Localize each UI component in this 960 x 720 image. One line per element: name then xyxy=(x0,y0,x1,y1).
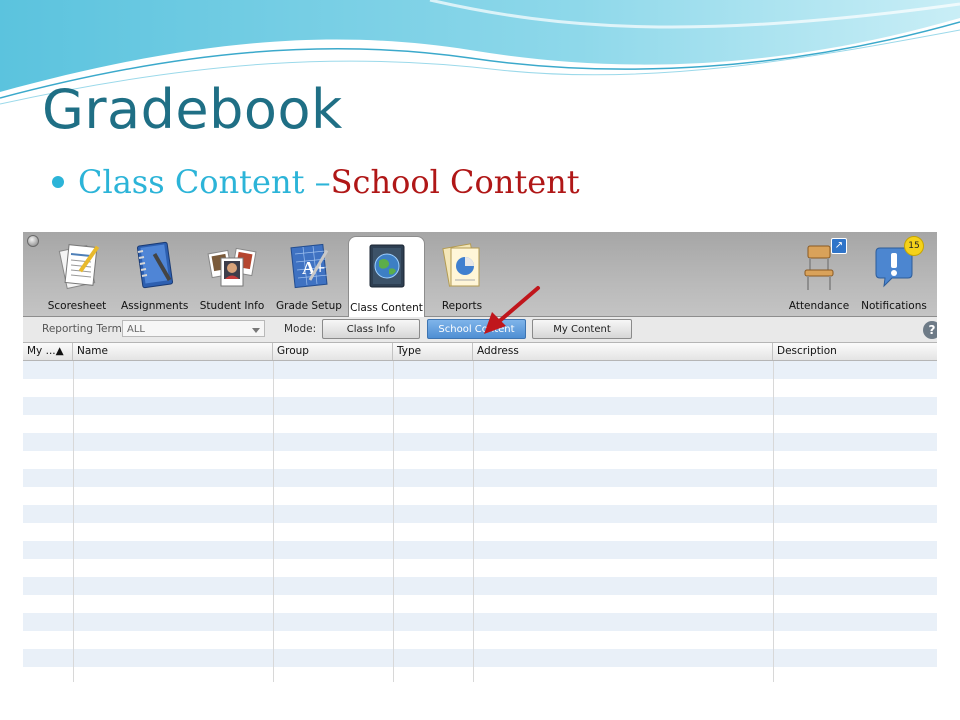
toolbar-grade-setup[interactable]: A+ Grade Setup xyxy=(276,232,342,316)
bullet-dot-icon xyxy=(52,176,64,188)
table-row[interactable] xyxy=(23,523,937,541)
slide-title: Gradebook xyxy=(42,78,343,141)
column-header-type[interactable]: Type xyxy=(393,343,473,360)
toolbar-class-content-label: Class Content xyxy=(350,302,423,314)
toolbar-scoresheet[interactable]: Scoresheet xyxy=(47,232,107,316)
chevron-down-icon xyxy=(252,328,260,333)
column-header-address[interactable]: Address xyxy=(473,343,773,360)
help-icon[interactable]: ? xyxy=(923,321,937,339)
table-row[interactable] xyxy=(23,505,937,523)
column-header-my[interactable]: My ...▲ xyxy=(23,343,73,360)
bullet-text-school-content: School Content xyxy=(330,163,580,201)
table-row[interactable] xyxy=(23,469,937,487)
window-control-icon[interactable] xyxy=(27,235,39,247)
column-divider xyxy=(773,361,774,682)
my-content-button[interactable]: My Content xyxy=(532,319,632,339)
external-link-icon: ↗ xyxy=(831,238,847,254)
table-row[interactable] xyxy=(23,631,937,649)
reporting-term-value: ALL xyxy=(127,324,145,335)
table-row[interactable] xyxy=(23,487,937,505)
toolbar-assignments-label: Assignments xyxy=(121,300,189,312)
notification-count-badge: 15 xyxy=(904,236,924,256)
table-row[interactable] xyxy=(23,379,937,397)
exclamation-bubble-icon: 15 xyxy=(866,236,924,294)
reporting-term-select[interactable]: ALL xyxy=(122,320,265,337)
toolbar-attendance[interactable]: ↗ Attendance xyxy=(783,232,855,316)
column-divider xyxy=(473,361,474,682)
table-header: My ...▲ Name Group Type Address Descript… xyxy=(23,343,937,361)
student-photos-icon xyxy=(204,238,260,294)
toolbar-student-info[interactable]: Student Info xyxy=(199,232,265,316)
table-row[interactable] xyxy=(23,451,937,469)
red-arrow-annotation-icon xyxy=(484,286,540,334)
table-row[interactable] xyxy=(23,397,937,415)
toolbar-class-content[interactable]: Class Content xyxy=(348,236,425,318)
toolbar-grade-setup-label: Grade Setup xyxy=(276,300,342,312)
table-row[interactable] xyxy=(23,541,937,559)
grade-setup-icon: A+ xyxy=(281,238,337,294)
table-row[interactable] xyxy=(23,577,937,595)
column-divider xyxy=(393,361,394,682)
content-table: My ...▲ Name Group Type Address Descript… xyxy=(23,343,937,682)
table-row[interactable] xyxy=(23,559,937,577)
column-divider xyxy=(273,361,274,682)
bullet-text-class-content: Class Content – xyxy=(78,163,331,201)
toolbar-scoresheet-label: Scoresheet xyxy=(47,300,107,312)
toolbar-notifications[interactable]: 15 Notifications xyxy=(861,232,927,316)
reporting-term-label: Reporting Term: xyxy=(42,323,126,335)
slide-bullet: Class Content – School Content xyxy=(52,160,580,204)
globe-book-icon xyxy=(359,239,415,295)
column-header-name[interactable]: Name xyxy=(73,343,273,360)
column-header-group[interactable]: Group xyxy=(273,343,393,360)
table-row[interactable] xyxy=(23,595,937,613)
mode-label: Mode: xyxy=(284,323,317,335)
class-info-button[interactable]: Class Info xyxy=(322,319,420,339)
toolbar-assignments[interactable]: Assignments xyxy=(121,232,189,316)
toolbar-attendance-label: Attendance xyxy=(788,300,850,312)
assignments-notebook-icon xyxy=(126,238,182,294)
table-row[interactable] xyxy=(23,613,937,631)
toolbar-student-info-label: Student Info xyxy=(199,300,265,312)
scoresheet-icon xyxy=(49,238,105,294)
column-divider xyxy=(73,361,74,682)
table-row[interactable] xyxy=(23,415,937,433)
table-body xyxy=(23,361,937,682)
table-row[interactable] xyxy=(23,649,937,667)
table-row[interactable] xyxy=(23,433,937,451)
column-header-description[interactable]: Description xyxy=(773,343,937,360)
toolbar-notifications-label: Notifications xyxy=(861,300,927,312)
chair-icon: ↗ xyxy=(791,238,847,294)
table-row[interactable] xyxy=(23,361,937,379)
